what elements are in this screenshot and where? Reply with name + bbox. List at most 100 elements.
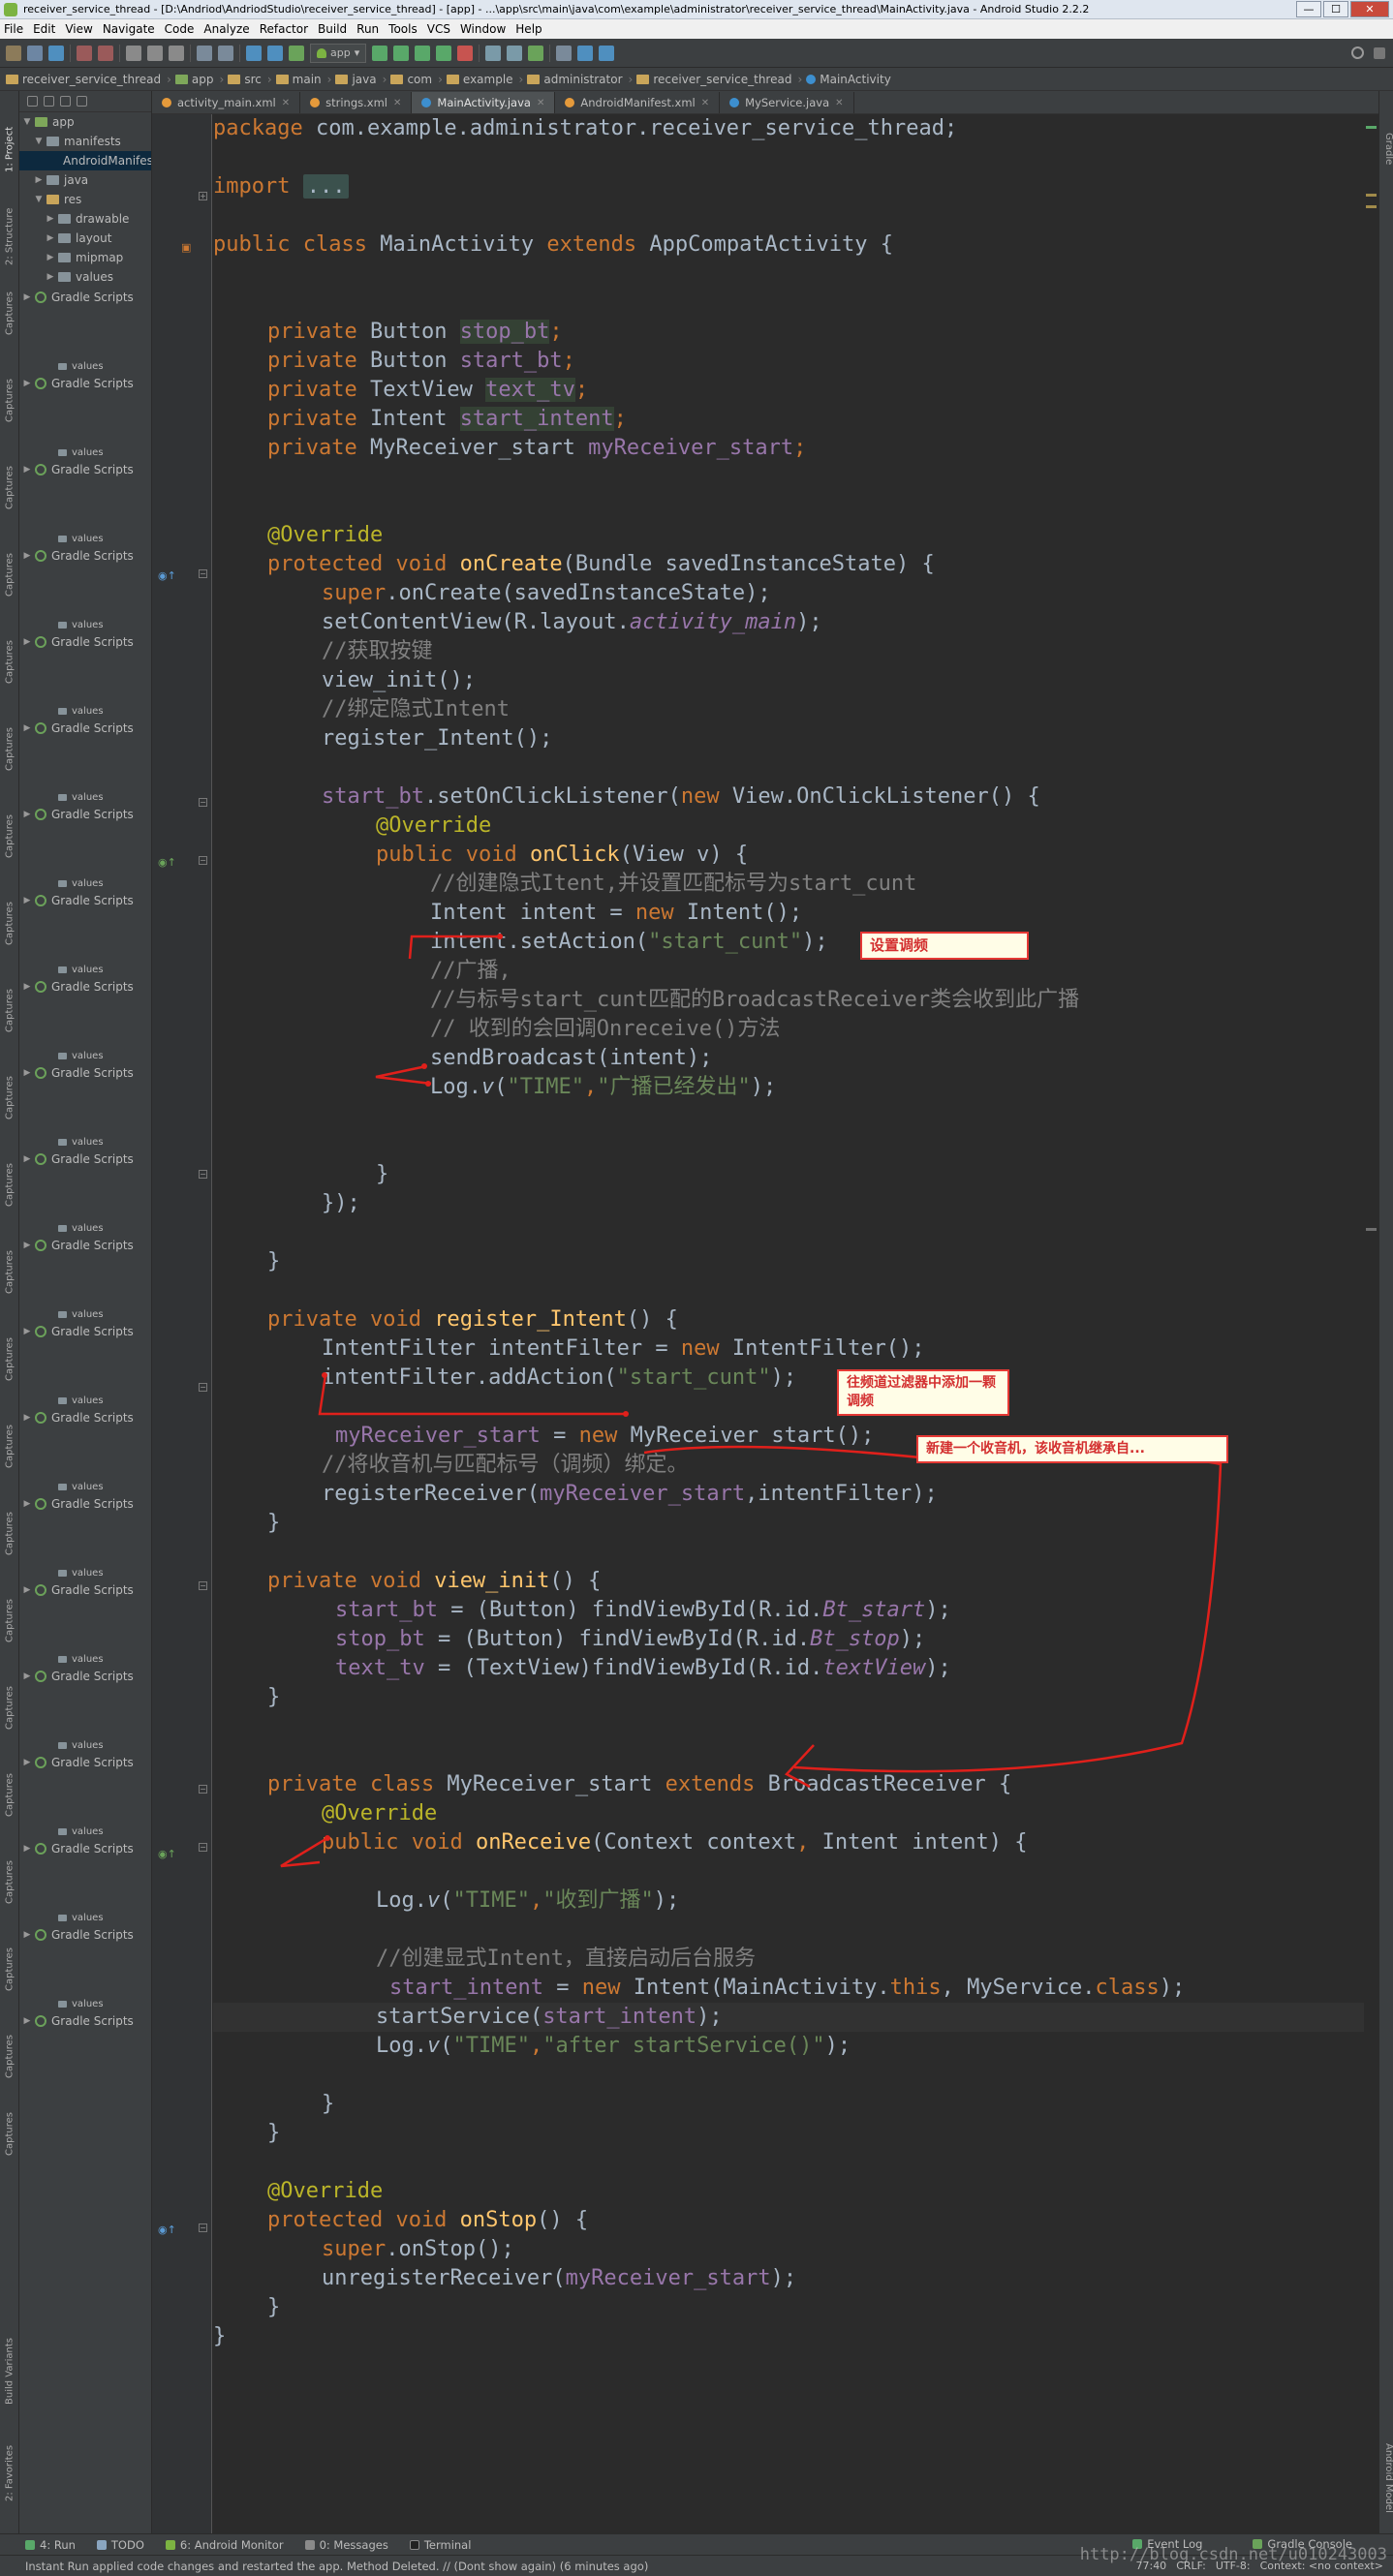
tree-item-gradle-scripts[interactable]: ▶ Gradle Scripts [19,545,151,567]
tree-item-gradle-scripts[interactable]: ▶ Gradle Scripts [19,1666,151,1687]
open-icon[interactable] [6,45,21,61]
debug-icon[interactable] [393,45,410,61]
folded-imports[interactable]: ... [302,174,350,199]
tree-item-gradle-scripts[interactable]: ▶ Gradle Scripts [19,1235,151,1256]
tree-item-values[interactable]: values [19,704,151,718]
tab-strings-xml[interactable]: strings.xml ✕ [300,92,413,113]
fold-marker-icon[interactable]: − [199,2223,207,2232]
cut-icon[interactable] [126,45,141,61]
fold-marker-icon[interactable]: − [199,1170,207,1179]
menu-window[interactable]: Window [460,22,506,36]
tab-captures[interactable]: Captures [2,1592,17,1650]
tree-item-values[interactable]: ▶ values [19,267,151,287]
tree-item-values[interactable]: values [19,1049,151,1062]
tab-captures[interactable]: Captures [2,982,17,1040]
tab-captures[interactable]: Captures [2,1679,17,1737]
breadcrumb-item[interactable]: MainActivity [806,73,891,86]
tab-captures[interactable]: Captures [2,546,17,604]
override-gutter-icon[interactable]: ◉↑ [158,569,176,582]
implements-gutter-icon[interactable]: ◉↑ [158,1848,176,1860]
fold-marker-icon[interactable]: − [199,798,207,807]
tree-item-java[interactable]: ▶ java [19,170,151,190]
tool-android-monitor[interactable]: 6: Android Monitor [165,2538,284,2552]
copy-icon[interactable] [147,45,163,61]
breadcrumb-item[interactable]: receiver_service_thread › [6,73,171,86]
tree-item-gradle-scripts[interactable]: ▶ Gradle Scripts [19,1062,151,1084]
tab-captures[interactable]: Captures [2,1941,17,1999]
warning-marker[interactable] [1366,194,1377,197]
tree-item-gradle-scripts[interactable]: ▶ Gradle Scripts [19,1752,151,1773]
tree-item-values[interactable]: values [19,1738,151,1752]
profile-icon[interactable] [415,45,431,61]
tab-captures[interactable]: Captures [2,1766,17,1825]
tab-gradle[interactable]: Gradle [1379,120,1393,178]
breadcrumb-item[interactable]: administrator › [527,73,633,86]
tree-item-gradle-scripts[interactable]: ▶ Gradle Scripts [19,373,151,394]
tree-item-values[interactable]: values [19,1394,151,1407]
tree-item-values[interactable]: values [19,1307,151,1321]
redo-icon[interactable] [98,45,113,61]
replace-icon[interactable] [218,45,233,61]
tab-captures[interactable]: Captures [2,895,17,953]
run-icon[interactable] [372,45,388,61]
menu-code[interactable]: Code [165,22,195,36]
menu-view[interactable]: View [65,22,92,36]
tab-captures[interactable]: Captures [2,1069,17,1127]
undo-icon[interactable] [77,45,92,61]
import-fold-icon[interactable]: ▣ [181,241,191,254]
override-gutter-icon[interactable]: ◉↑ [158,2223,176,2236]
forward-icon[interactable] [267,45,283,61]
tab-captures[interactable]: Captures [2,1854,17,1912]
stop-icon[interactable] [457,45,474,61]
fold-marker-icon[interactable]: + [199,192,207,200]
tab-android-model[interactable]: Android Model [1379,2435,1393,2522]
scroll-marker[interactable] [1366,1228,1377,1231]
project-structure-icon[interactable] [556,45,573,61]
tool-todo[interactable]: TODO [96,2538,144,2552]
paste-icon[interactable] [169,45,184,61]
tree-item-gradle-scripts[interactable]: ▶ Gradle Scripts [19,1838,151,1859]
tab-captures[interactable]: Captures [2,808,17,866]
breadcrumb-item[interactable]: java › [335,73,387,86]
search-everywhere-icon[interactable] [1351,46,1364,59]
breadcrumb-item[interactable]: src › [228,73,272,86]
tab-captures[interactable]: Captures [2,721,17,779]
tab-main-activity[interactable]: MainActivity.java ✕ [412,92,556,113]
tab-captures[interactable]: Captures [2,1243,17,1302]
fold-marker-icon[interactable]: − [199,1383,207,1392]
tree-item-values[interactable]: values [19,618,151,631]
tool-messages[interactable]: 0: Messages [304,2538,388,2552]
tree-item-values[interactable]: values [19,445,151,459]
avd-manager-icon[interactable] [485,45,502,61]
status-message[interactable]: Instant Run applied code changes and res… [25,2560,648,2573]
tree-item-mipmap[interactable]: ▶ mipmap [19,248,151,267]
tree-item-values[interactable]: values [19,359,151,373]
tree-item-values[interactable]: values [19,1997,151,2010]
tree-item-values[interactable]: values [19,876,151,890]
tree-item-gradle-scripts[interactable]: ▶ Gradle Scripts [19,804,151,825]
settings-icon[interactable] [27,96,38,107]
tab-android-manifest[interactable]: AndroidManifest.xml ✕ [555,92,721,113]
tab-captures[interactable]: Captures [2,1418,17,1476]
breadcrumb-item[interactable]: main › [275,73,331,86]
tree-item-values[interactable]: values [19,532,151,545]
tree-item-values[interactable]: values [19,1825,151,1838]
tree-item-gradle-scripts[interactable]: ▶ Gradle Scripts [19,2010,151,2032]
tree-item-values[interactable]: values [19,1652,151,1666]
close-button[interactable]: ✕ [1350,1,1389,17]
tab-activity-main-xml[interactable]: activity_main.xml ✕ [152,92,301,113]
warning-marker[interactable] [1366,205,1377,208]
menu-tools[interactable]: Tools [388,22,418,36]
tree-item-values[interactable]: values [19,790,151,804]
tree-item-manifest-file[interactable]: AndroidManifest.xml [19,151,151,170]
close-icon[interactable]: ✕ [835,98,843,108]
fold-marker-icon[interactable]: − [199,1843,207,1852]
event-icon[interactable] [1374,46,1385,59]
fold-marker-icon[interactable]: − [199,856,207,865]
close-icon[interactable]: ✕ [393,98,401,108]
tree-item-values[interactable]: values [19,1911,151,1924]
scroll-from-source-icon[interactable] [60,96,71,107]
breadcrumb-item[interactable]: app › [174,73,224,86]
tree-item-values[interactable]: values [19,1566,151,1579]
tree-item-gradle-scripts[interactable]: ▶ Gradle Scripts [19,1407,151,1428]
